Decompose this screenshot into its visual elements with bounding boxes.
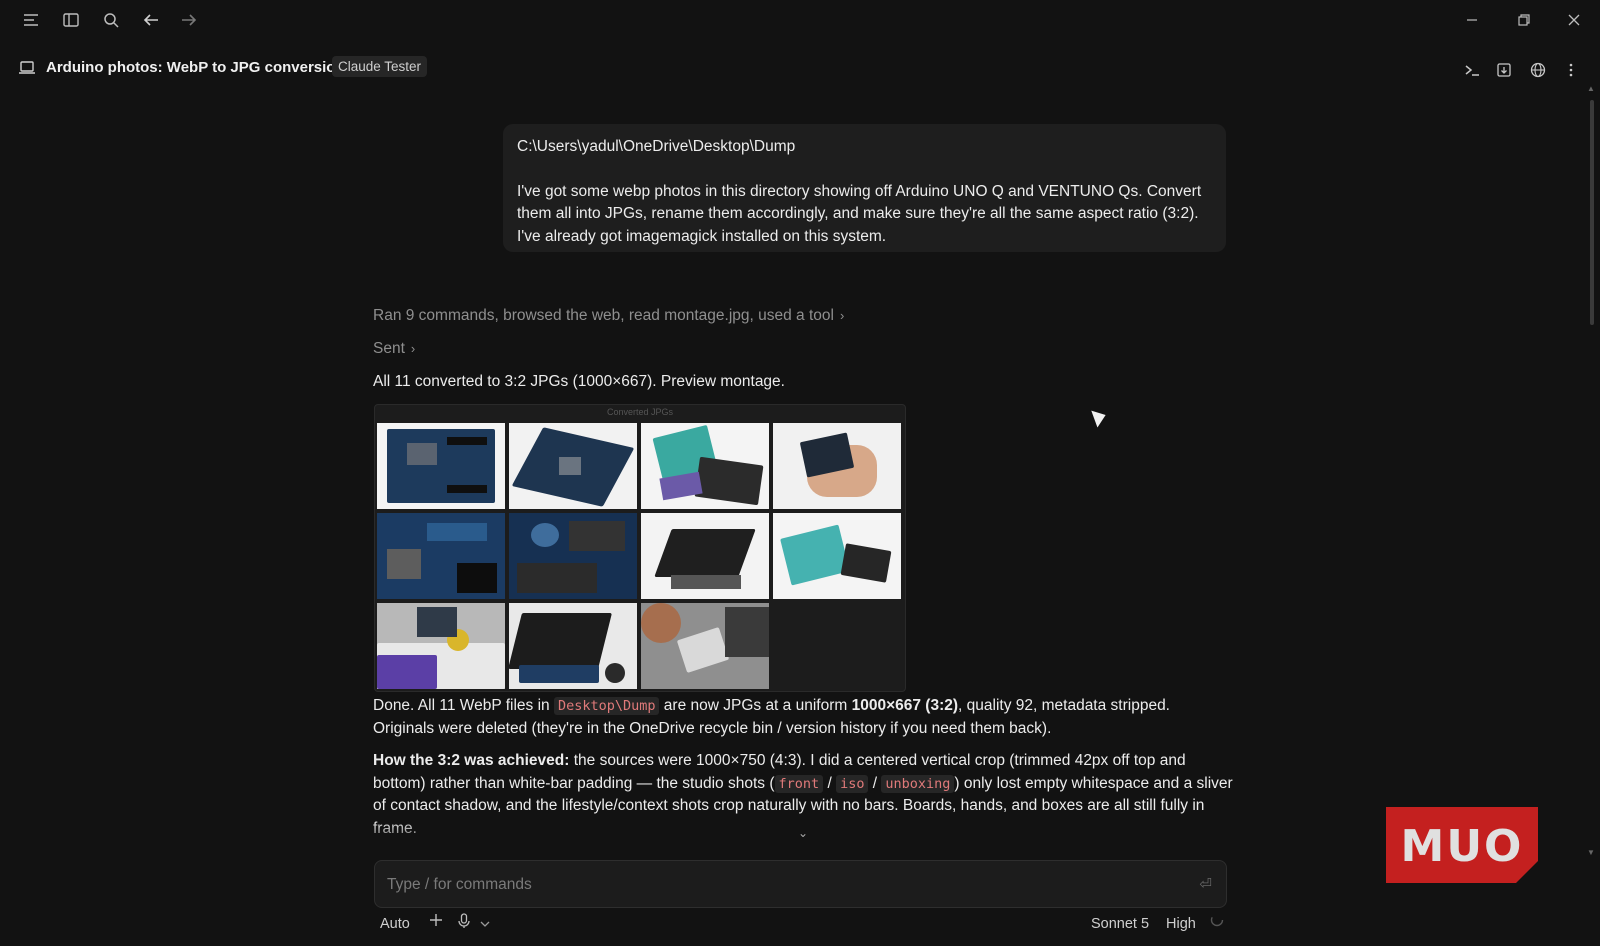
command-input[interactable] — [385, 873, 1149, 897]
inline-code-path: Desktop\Dump — [553, 697, 660, 715]
inline-code-unboxing: unboxing — [881, 774, 955, 793]
thumbnail-uno-q-unboxing — [641, 423, 769, 509]
search-icon[interactable] — [100, 9, 122, 31]
conversation-title[interactable]: Arduino photos: WebP to JPG conversion — [46, 59, 345, 76]
para2-separator-2: / — [868, 774, 882, 792]
minimize-icon[interactable] — [1460, 8, 1484, 32]
thumbnail-lifestyle-assembly — [377, 603, 505, 689]
user-message: C:\Users\yadul\OneDrive\Desktop\Dump I'v… — [503, 124, 1226, 252]
more-vertical-icon[interactable] — [1560, 59, 1582, 81]
para2-bold-heading: How the 3:2 was achieved: — [373, 752, 570, 769]
terminal-icon[interactable] — [1461, 59, 1483, 81]
back-arrow-icon[interactable] — [140, 9, 162, 31]
chevron-down-icon[interactable] — [480, 915, 490, 932]
activity-summary-text: Ran 9 commands, browsed the web, read mo… — [373, 307, 834, 324]
para2-separator-1: / — [823, 774, 837, 792]
message-composer[interactable]: ⏎ — [374, 860, 1227, 908]
mode-selector[interactable]: Auto — [380, 916, 410, 932]
montage-title: Converted JPGs — [606, 407, 674, 417]
sidebar-toggle-icon[interactable] — [60, 9, 82, 31]
thumbnail-uno-q-closeup — [377, 513, 505, 599]
thumbnail-uno-q-iso — [509, 423, 637, 509]
chevron-right-icon: › — [839, 308, 845, 323]
close-icon[interactable] — [1562, 8, 1586, 32]
project-tag[interactable]: Claude Tester — [332, 56, 428, 77]
montage-image[interactable]: Converted JPGs — [374, 404, 906, 692]
thumbnail-ventuno-in-hand — [773, 423, 901, 509]
assistant-summary: All 11 converted to 3:2 JPGs (1000×667).… — [373, 373, 785, 390]
top-toolbar — [0, 0, 1600, 40]
restore-icon[interactable] — [1512, 8, 1536, 32]
user-message-path: C:\Users\yadul\OneDrive\Desktop\Dump — [517, 138, 796, 155]
para1-text-2: are now JPGs at a uniform — [659, 697, 852, 714]
scroll-to-bottom-icon[interactable]: ⌄ — [798, 826, 808, 840]
thumbnail-uno-q-detail — [509, 513, 637, 599]
microphone-icon[interactable] — [458, 913, 470, 933]
scroll-down-arrow-icon[interactable]: ▼ — [1587, 848, 1595, 857]
conversation-header: Arduino photos: WebP to JPG conversion C… — [0, 52, 1600, 84]
export-icon[interactable] — [1493, 59, 1515, 81]
chevron-right-icon: › — [410, 341, 416, 356]
sent-label: Sent — [373, 340, 405, 357]
send-return-icon[interactable]: ⏎ — [1199, 875, 1212, 893]
muo-logo: MUO — [1386, 807, 1538, 883]
model-selector[interactable]: Sonnet 5 — [1091, 916, 1149, 932]
thumbnail-uno-q-front — [377, 423, 505, 509]
thumbnail-ventuno-ports — [509, 603, 637, 689]
effort-selector[interactable]: High — [1166, 916, 1196, 932]
thumbnail-lifestyle-desk — [641, 603, 769, 689]
user-message-body: I've got some webp photos in this direct… — [517, 182, 1202, 245]
thumbnail-ventuno-case — [641, 513, 769, 599]
para1-bold-resolution: 1000×667 (3:2) — [851, 697, 959, 714]
assistant-paragraph-1: Done. All 11 WebP files in Desktop\Dump … — [373, 695, 1233, 740]
para1-text-1: Done. All 11 WebP files in — [373, 697, 554, 714]
laptop-icon — [18, 60, 36, 81]
inline-code-front: front — [774, 774, 824, 793]
loading-spinner-icon — [1210, 913, 1224, 931]
muo-logo-corner — [1516, 861, 1538, 883]
scrollbar-thumb[interactable] — [1590, 100, 1594, 325]
forward-arrow-icon[interactable] — [178, 9, 200, 31]
sent-toggle[interactable]: Sent › — [373, 340, 415, 358]
mouse-cursor-icon — [1091, 406, 1109, 428]
inline-code-iso: iso — [836, 774, 869, 793]
menu-icon[interactable] — [20, 9, 42, 31]
globe-icon[interactable] — [1527, 59, 1549, 81]
thumbnail-ventuno-box — [773, 513, 901, 599]
plus-icon[interactable] — [429, 913, 443, 931]
activity-summary[interactable]: Ran 9 commands, browsed the web, read mo… — [373, 307, 844, 325]
